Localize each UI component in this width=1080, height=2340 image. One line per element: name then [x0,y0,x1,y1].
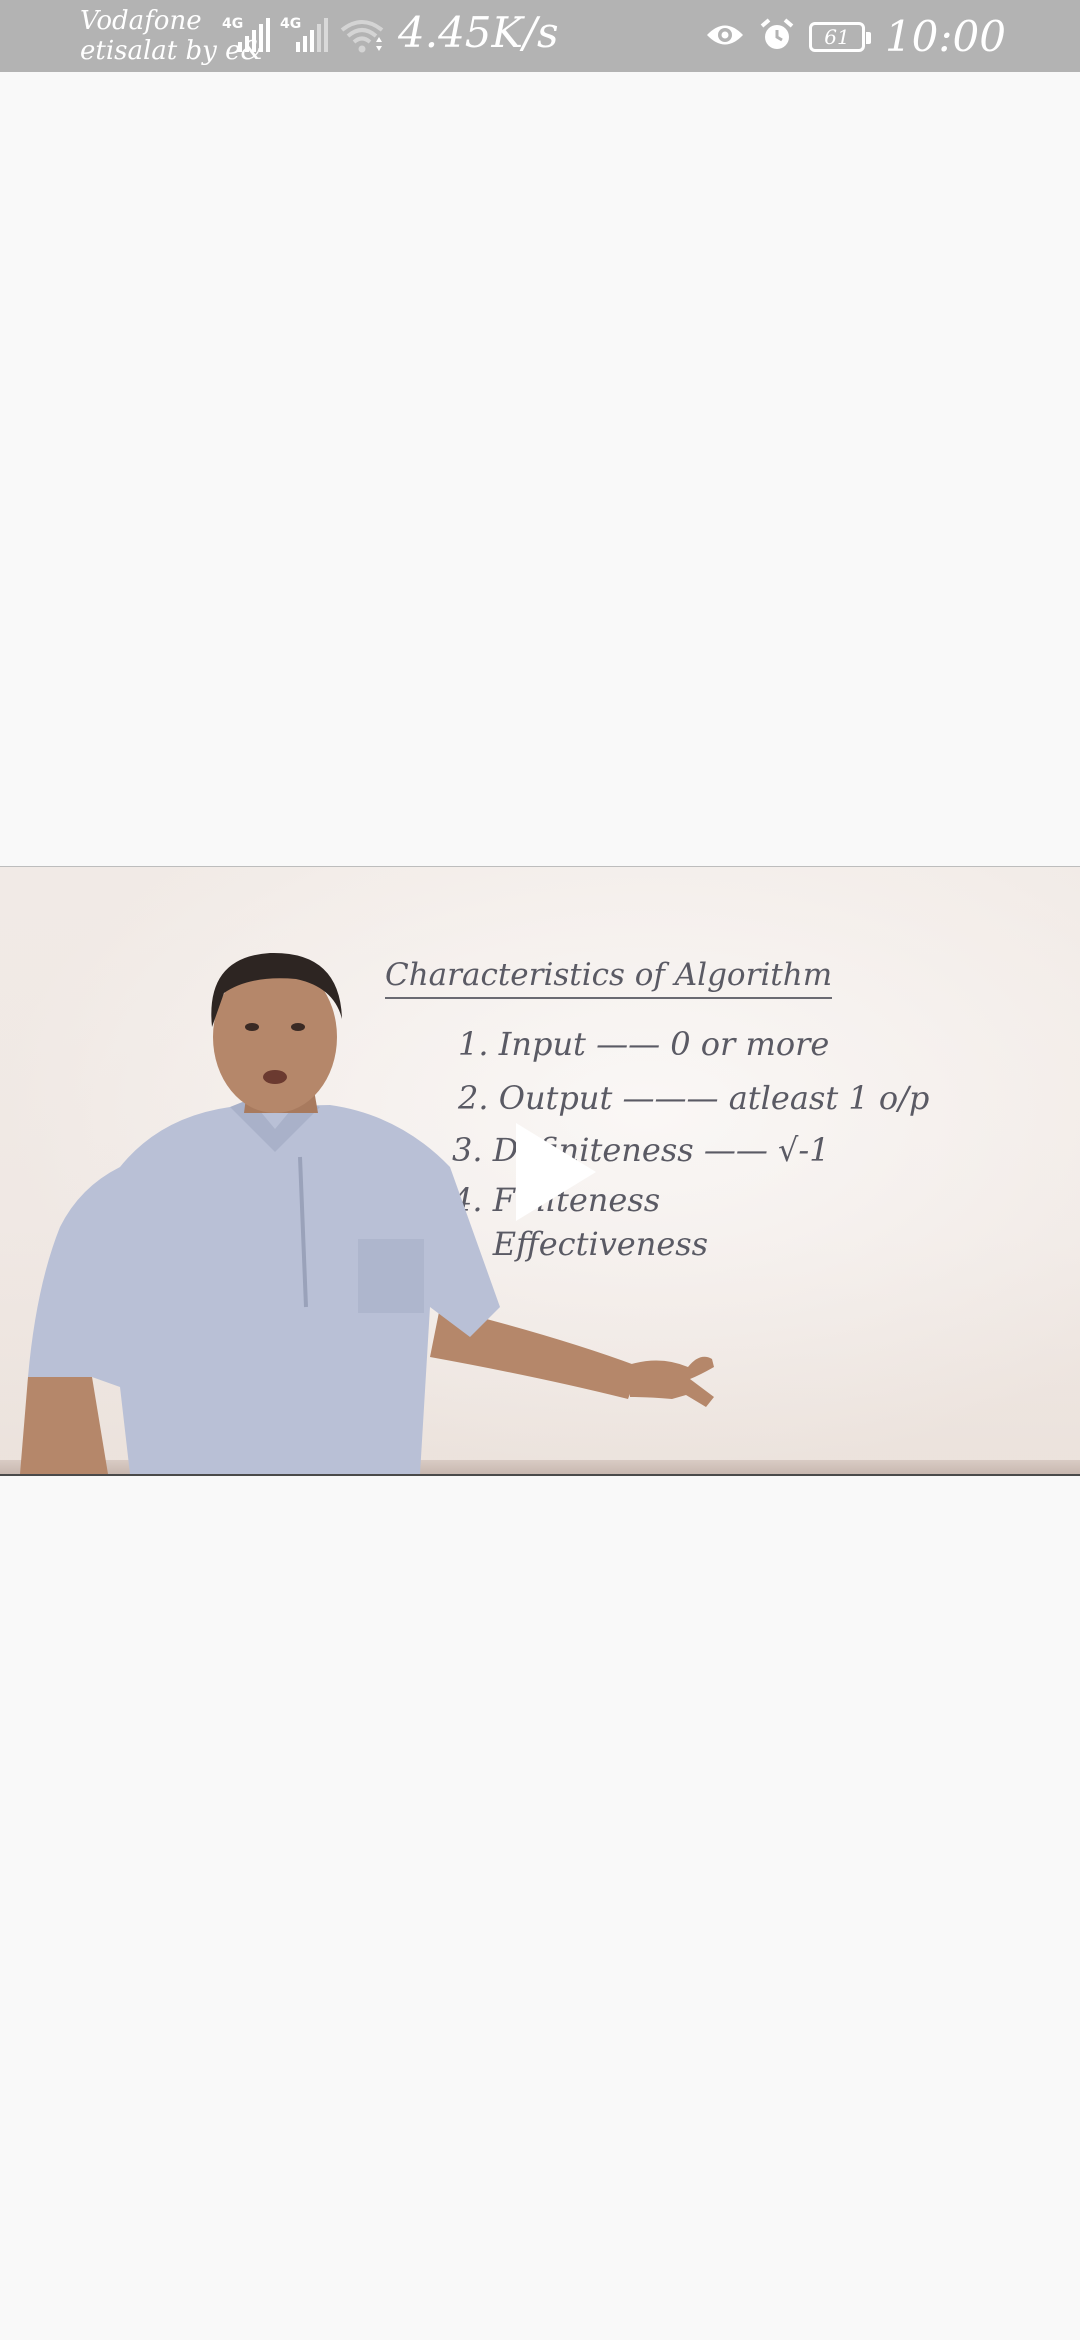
signal-icon: 4G [280,16,328,52]
eye-icon [705,20,745,54]
play-button[interactable] [510,1117,600,1227]
sim2-network-type: 4G [280,16,302,32]
network-speed: 4.45K/s [398,8,559,57]
alarm-icon [759,17,795,57]
play-icon[interactable] [510,1117,600,1227]
status-bar: Vodafone etisalat by e& 4G 4G 4.45K/s 61… [0,0,1080,72]
video-player[interactable]: Characteristics of Algorithm 1. Input ——… [0,866,1080,1476]
battery-icon: 61 [808,21,871,52]
battery-level: 61 [824,24,850,49]
clock: 10:00 [884,12,1006,61]
signal-icon: 4G [222,16,270,52]
signal-indicators: 4G 4G [222,16,328,52]
status-icons: 61 10:00 [705,12,1006,61]
wifi-icon [340,18,384,58]
sim1-network-type: 4G [222,16,244,32]
